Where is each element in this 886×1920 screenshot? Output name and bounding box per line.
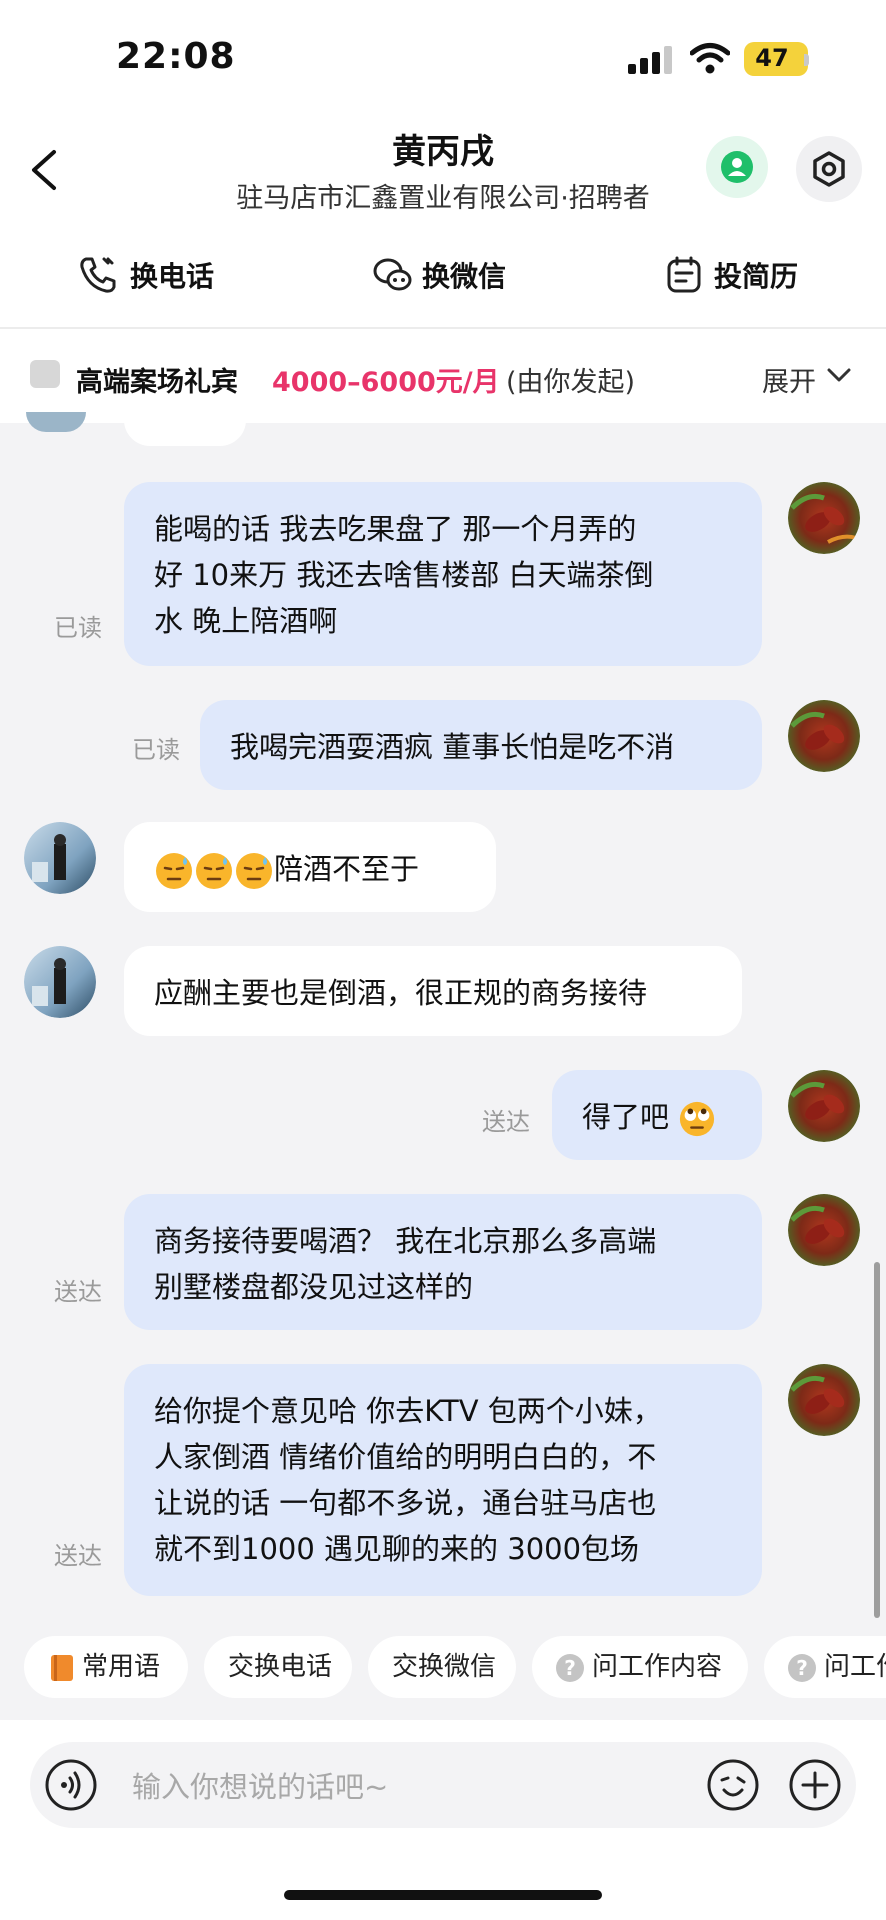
- cellular-signal-icon: [628, 46, 672, 74]
- wifi-icon: [690, 43, 730, 74]
- message-bubble-them[interactable]: 应酬主要也是倒酒，很正规的商务接待: [124, 946, 742, 1036]
- message-line: 就不到1000 遇见聊的来的 3000包场: [154, 1532, 640, 1566]
- message-text: 得了吧: [582, 1100, 670, 1134]
- wechat-icon: [373, 258, 412, 291]
- quick-reply-ask-job[interactable]: ? 问工作内容: [532, 1636, 748, 1698]
- message-bubble-me[interactable]: 得了吧: [552, 1070, 762, 1160]
- message-line: 别墅楼盘都没见过这样的: [154, 1270, 474, 1304]
- message-status: 送达: [54, 1542, 102, 1570]
- message-text: 陪酒不至于: [274, 852, 420, 886]
- plus-icon[interactable]: [788, 1758, 842, 1812]
- message-status: 送达: [482, 1108, 530, 1136]
- message-line: 我喝完酒耍酒疯 董事长怕是吃不消: [230, 730, 675, 764]
- my-avatar[interactable]: [788, 482, 860, 554]
- downcast-sweat-emoji: [156, 853, 192, 889]
- chip-label: 常用语: [82, 1652, 161, 1682]
- person-icon: [721, 151, 753, 183]
- quick-reply-ask-job-more[interactable]: ? 问工作: [764, 1636, 886, 1698]
- contact-avatar[interactable]: [24, 822, 96, 894]
- battery-tip: [804, 54, 809, 66]
- voice-icon[interactable]: [44, 1758, 98, 1812]
- message-status: 送达: [54, 1278, 102, 1306]
- resume-icon: [667, 256, 701, 293]
- send-resume-button[interactable]: 投简历: [714, 255, 798, 295]
- gear-icon: [813, 151, 845, 187]
- quick-reply-phrases[interactable]: 常用语: [24, 1636, 188, 1698]
- message-text: 应酬主要也是倒酒，很正规的商务接待: [154, 976, 648, 1010]
- input-placeholder[interactable]: 输入你想说的话吧~: [132, 1764, 388, 1806]
- chip-label: 交换电话: [228, 1652, 333, 1682]
- message-line: 水 晚上陪酒啊: [154, 604, 338, 638]
- job-title: 高端案场礼宾: [76, 367, 238, 398]
- my-avatar[interactable]: [788, 1194, 860, 1266]
- message-bubble-me[interactable]: 给你提个意见哈 你去KTV 包两个小妹， 人家倒酒 情绪价值给的明明白白的，不 …: [124, 1364, 762, 1596]
- job-initiator: (由你发起): [506, 367, 636, 398]
- chip-label: 问工作内容: [592, 1652, 723, 1682]
- expand-button[interactable]: 展开: [762, 360, 816, 399]
- message-line: 好 10来万 我还去啥售楼部 白天端茶倒: [154, 558, 654, 592]
- swap-phone-button[interactable]: 换电话: [130, 255, 214, 295]
- quick-reply-swap-phone[interactable]: 交换电话: [204, 1636, 352, 1698]
- chip-label: 交换微信: [392, 1652, 497, 1682]
- downcast-sweat-emoji: [196, 853, 232, 889]
- contact-avatar[interactable]: [24, 946, 96, 1018]
- message-bubble-me[interactable]: 商务接待要喝酒？ 我在北京那么多高端 别墅楼盘都没见过这样的: [124, 1194, 762, 1330]
- message-bubble-me[interactable]: 我喝完酒耍酒疯 董事长怕是吃不消: [200, 700, 762, 790]
- notebook-icon: [51, 1654, 73, 1681]
- home-indicator: [284, 1890, 602, 1900]
- message-bubble-me[interactable]: 能喝的话 我去吃果盘了 那一个月弄的 好 10来万 我还去啥售楼部 白天端茶倒 …: [124, 482, 762, 666]
- message-line: 商务接待要喝酒？ 我在北京那么多高端: [154, 1224, 657, 1258]
- emoji-icon[interactable]: [706, 1758, 760, 1812]
- phone-swap-icon: [80, 257, 116, 293]
- message-status: 已读: [54, 614, 102, 642]
- message-line: 能喝的话 我去吃果盘了 那一个月弄的: [154, 512, 637, 546]
- battery-level: 47: [755, 44, 789, 72]
- swap-wechat-button[interactable]: 换微信: [422, 255, 506, 295]
- partial-message-bubble: [124, 400, 246, 446]
- message-line: 让说的话 一句都不多说，通台驻马店也: [154, 1486, 657, 1520]
- message-status: 已读: [132, 736, 180, 764]
- question-icon: ?: [556, 1653, 584, 1682]
- chip-label: 问工作: [824, 1652, 886, 1682]
- quick-reply-swap-wechat[interactable]: 交换微信: [368, 1636, 516, 1698]
- my-avatar[interactable]: [788, 700, 860, 772]
- my-avatar[interactable]: [788, 1364, 860, 1436]
- message-line: 人家倒酒 情绪价值给的明明白白的，不: [154, 1440, 657, 1474]
- partial-avatar: [26, 412, 86, 432]
- clock: 22:08: [116, 36, 236, 77]
- job-salary: 4000–6000元/月: [272, 367, 500, 398]
- message-line: 给你提个意见哈 你去KTV 包两个小妹，: [154, 1394, 662, 1428]
- message-bubble-them[interactable]: 陪酒不至于: [124, 822, 496, 912]
- scrollbar[interactable]: [874, 1262, 880, 1618]
- question-icon: ?: [788, 1653, 816, 1682]
- eye-roll-emoji: [680, 1101, 715, 1137]
- downcast-sweat-emoji: [236, 853, 272, 889]
- briefcase-icon: [30, 360, 60, 388]
- chevron-down-icon[interactable]: [826, 364, 852, 386]
- my-avatar[interactable]: [788, 1070, 860, 1142]
